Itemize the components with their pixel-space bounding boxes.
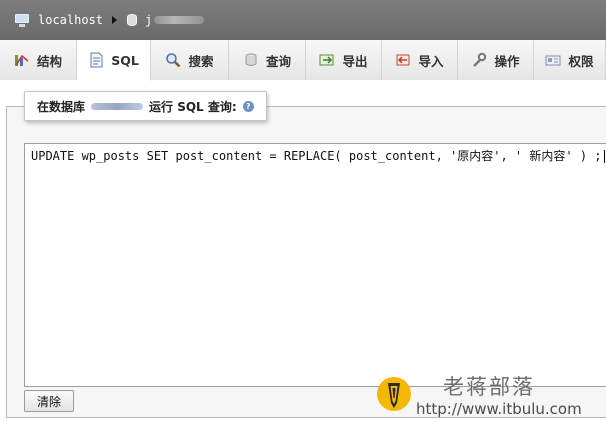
breadcrumb-separator-icon (112, 16, 118, 24)
tab-label: 导入 (418, 53, 444, 69)
tab-label: 导出 (342, 53, 368, 69)
breadcrumb-server[interactable]: localhost (14, 13, 103, 27)
database-name-redacted (154, 16, 205, 24)
wrench-icon (471, 52, 487, 68)
tab-privileges[interactable]: 权限 (534, 40, 606, 80)
export-icon (319, 52, 335, 68)
tab-label: 权限 (568, 53, 594, 69)
watermark-title: 老蒋部落 (443, 375, 535, 399)
tab-sql[interactable]: SQL (77, 40, 151, 81)
tab-export[interactable]: 导出 (306, 40, 382, 80)
sql-icon (88, 52, 104, 68)
search-icon (165, 52, 181, 68)
tab-label: 查询 (265, 53, 291, 69)
tab-structure[interactable]: 结构 (0, 40, 77, 80)
clear-button[interactable]: 清除 (24, 390, 74, 412)
privileges-icon (545, 52, 561, 68)
database-name-redacted (91, 102, 144, 110)
breadcrumb-database[interactable]: j (127, 13, 205, 27)
structure-icon (14, 52, 30, 68)
database-name[interactable]: j (145, 13, 152, 27)
watermark-url: http://www.itbulu.com (416, 400, 582, 418)
sql-query-text: UPDATE wp_posts SET post_content = REPLA… (31, 149, 602, 163)
tab-query[interactable]: 查询 (229, 40, 306, 80)
tab-bar: 结构 SQL 搜索 查询 导出 导入 操作 权限 (0, 40, 606, 81)
import-icon (395, 52, 411, 68)
tab-label: 搜索 (188, 53, 214, 69)
query-icon (243, 52, 259, 68)
database-icon (127, 14, 138, 26)
tab-operations[interactable]: 操作 (458, 40, 534, 80)
tab-label: 结构 (36, 53, 62, 69)
watermark-logo-icon (376, 376, 412, 412)
server-icon (14, 13, 30, 27)
tab-search[interactable]: 搜索 (151, 40, 229, 80)
help-icon[interactable]: ? (242, 100, 254, 112)
legend-suffix: 运行 SQL 查询: (149, 99, 237, 114)
tab-label: 操作 (494, 53, 520, 69)
server-name[interactable]: localhost (38, 13, 103, 27)
breadcrumb-bar: localhost j (0, 0, 606, 40)
tab-label: SQL (111, 52, 139, 68)
legend-prefix: 在数据库 (37, 99, 86, 114)
panel-legend: 在数据库 运行 SQL 查询: ? (24, 91, 267, 121)
tab-import[interactable]: 导入 (382, 40, 458, 80)
text-caret (603, 150, 605, 163)
sql-query-editor[interactable]: UPDATE wp_posts SET post_content = REPLA… (24, 143, 606, 387)
